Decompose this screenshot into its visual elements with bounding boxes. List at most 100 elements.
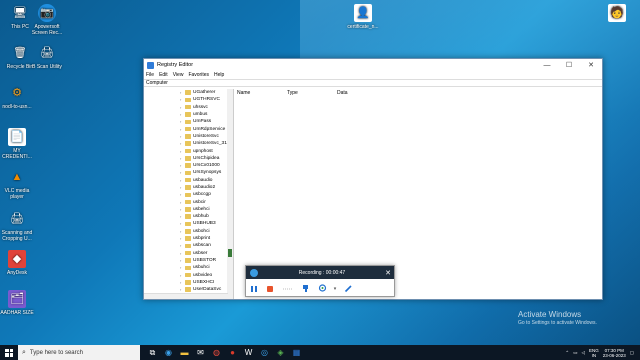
tree-item[interactable]: › USBSTOR bbox=[180, 257, 227, 264]
webcam-dropdown-icon[interactable]: ▾ bbox=[333, 284, 337, 294]
network-icon[interactable]: ▭ bbox=[573, 350, 577, 356]
tree-item[interactable]: › UmRdpService bbox=[180, 125, 227, 132]
mail-icon[interactable]: ✉ bbox=[194, 346, 207, 359]
my-credentials-desktop-icon[interactable]: 📄 MY CREDENTI... bbox=[0, 128, 34, 160]
nodl-label: nodl-to-usn... bbox=[2, 104, 32, 110]
tree-item-label: usbccgp bbox=[193, 192, 211, 198]
app-icon[interactable]: ◎ bbox=[258, 346, 271, 359]
menu-file[interactable]: File bbox=[146, 72, 154, 78]
recorder-close-button[interactable]: ✕ bbox=[382, 269, 394, 277]
recording-status: Recording : 00:00:47 bbox=[298, 269, 346, 276]
tree-item[interactable]: › UnistoreSvc_31 bbox=[180, 140, 227, 147]
tree-item[interactable]: › UrsChipidea bbox=[180, 155, 227, 162]
app-icon-2[interactable]: ◈ bbox=[274, 346, 287, 359]
tree-item[interactable]: › usbser bbox=[180, 250, 227, 257]
menu-favorites[interactable]: Favorites bbox=[188, 72, 209, 78]
folder-icon bbox=[185, 250, 191, 256]
vlc-desktop-icon[interactable]: ▲ VLC media player bbox=[0, 168, 34, 201]
tree-item[interactable]: › usbaudio2 bbox=[180, 184, 227, 191]
annotate-icon[interactable] bbox=[301, 284, 311, 294]
word-icon[interactable]: W bbox=[242, 346, 255, 359]
tree-item[interactable]: › umbus bbox=[180, 111, 227, 118]
webcam-icon[interactable] bbox=[317, 284, 327, 294]
key-tree-pane[interactable]: › UGatherer › UGTHRSVC › uhssvc › umbus › UmPass ›… bbox=[144, 89, 234, 299]
clock[interactable]: 07:30 PM 23-06-2023 bbox=[603, 348, 626, 358]
activate-windows-watermark: Activate Windows Go to Settings to activ… bbox=[518, 310, 597, 326]
window-title: Registry Editor bbox=[157, 62, 194, 68]
taskbar-search[interactable]: ⌕ Type here to search bbox=[18, 345, 140, 360]
folder-icon bbox=[185, 112, 191, 117]
close-button[interactable]: ✕ bbox=[580, 59, 602, 71]
pause-icon[interactable] bbox=[249, 284, 259, 294]
tree-item[interactable]: › upnphost bbox=[180, 147, 227, 154]
volume-icon[interactable]: ◁ bbox=[581, 350, 584, 356]
minimize-button[interactable]: — bbox=[536, 59, 558, 71]
tree-item[interactable]: › USBXHCI bbox=[180, 279, 227, 286]
tree-item[interactable]: › usbehci bbox=[180, 206, 227, 213]
aadhar-size-desktop-icon[interactable]: 🗂 AADHAR SIZE bbox=[0, 290, 34, 316]
column-data[interactable]: Data bbox=[337, 90, 397, 96]
tree-item[interactable]: › usbccgp bbox=[180, 191, 227, 198]
tree-item-label: UrsCx01000 bbox=[193, 163, 220, 169]
tree-item[interactable]: › UGTHRSVC bbox=[180, 96, 227, 103]
tree-item[interactable]: › usbscan bbox=[180, 242, 227, 249]
tree-item[interactable]: › usbprint bbox=[180, 235, 227, 242]
camera-icon: 📷 bbox=[38, 4, 56, 22]
chrome-icon[interactable]: ◍ bbox=[210, 346, 223, 359]
apowersoft-label: Apowersoft Screen Rec... bbox=[31, 24, 63, 36]
tree-item-label: UGTHRSVC bbox=[193, 97, 220, 103]
language-indicator[interactable]: ENG IN bbox=[589, 348, 599, 358]
folder-icon bbox=[185, 272, 191, 278]
b-scan-utility-desktop-icon[interactable]: 🖨 B Scan Utility bbox=[30, 44, 64, 71]
scanning-cropping-desktop-icon[interactable]: 🖨 Scanning and Cropping U... bbox=[0, 210, 34, 243]
show-hidden-icons-icon[interactable]: ⌃ bbox=[565, 350, 569, 356]
tree-vertical-scrollbar[interactable] bbox=[227, 89, 233, 299]
window-titlebar[interactable]: Registry Editor — ☐ ✕ bbox=[144, 59, 602, 71]
folder-icon bbox=[185, 243, 191, 249]
tree-horizontal-scrollbar[interactable] bbox=[144, 293, 228, 299]
tree-item[interactable]: › usbohci bbox=[180, 228, 227, 235]
start-button[interactable] bbox=[0, 345, 18, 360]
menu-edit[interactable]: Edit bbox=[159, 72, 168, 78]
tree-item[interactable]: › UGatherer bbox=[180, 89, 227, 96]
tree-item[interactable]: › UnistoreSvc bbox=[180, 133, 227, 140]
tree-item[interactable]: › usbhub bbox=[180, 213, 227, 220]
tree-item[interactable]: › usbuhci bbox=[180, 264, 227, 271]
scrollbar-thumb[interactable] bbox=[228, 249, 232, 257]
certificate-desktop-icon[interactable]: 👤 certificate_n... bbox=[346, 4, 380, 30]
photo-desktop-icon[interactable]: 🧑 bbox=[600, 4, 634, 24]
notification-icon[interactable]: ▢ bbox=[630, 350, 634, 356]
tree-item[interactable]: › usbaudio bbox=[180, 177, 227, 184]
edge-icon[interactable]: ◉ bbox=[162, 346, 175, 359]
column-type[interactable]: Type bbox=[287, 90, 337, 96]
address-bar[interactable]: Computer bbox=[144, 79, 602, 87]
task-view-icon[interactable]: ⧉ bbox=[146, 346, 159, 359]
maximize-button[interactable]: ☐ bbox=[558, 59, 580, 71]
menu-help[interactable]: Help bbox=[214, 72, 224, 78]
tree-item[interactable]: › usbcir bbox=[180, 198, 227, 205]
apowersoft-desktop-icon[interactable]: 📷 Apowersoft Screen Rec... bbox=[30, 4, 64, 36]
folder-icon bbox=[185, 221, 191, 227]
tree-item-label: USBXHCI bbox=[193, 279, 215, 285]
tree-item-label: umbus bbox=[193, 112, 208, 118]
tree-item[interactable]: › UmPass bbox=[180, 118, 227, 125]
tree-item-label: UmRdpService bbox=[193, 126, 226, 132]
column-name[interactable]: Name bbox=[237, 90, 287, 96]
nodl-desktop-icon[interactable]: ⚙ nodl-to-usn... bbox=[0, 84, 34, 111]
recorder-taskbar-icon[interactable]: ● bbox=[226, 346, 239, 359]
stop-icon[interactable] bbox=[265, 284, 275, 294]
tree-item[interactable]: › USBHUB3 bbox=[180, 220, 227, 227]
menu-view[interactable]: View bbox=[173, 72, 184, 78]
tree-item[interactable]: › UrsCx01000 bbox=[180, 162, 227, 169]
tree-item[interactable]: › UrsSynopsys bbox=[180, 169, 227, 176]
pen-icon[interactable] bbox=[343, 284, 353, 294]
folder-icon bbox=[185, 287, 191, 292]
anydesk-desktop-icon[interactable]: ◆ AnyDesk bbox=[0, 250, 34, 276]
file-explorer-icon[interactable]: ▬ bbox=[178, 346, 191, 359]
tree-item[interactable]: › uhssvc bbox=[180, 104, 227, 111]
registry-taskbar-icon[interactable]: ▦ bbox=[290, 346, 303, 359]
folder-icon bbox=[185, 229, 191, 234]
taskbar-apps: ⧉ ◉ ▬ ✉ ◍ ● W ◎ ◈ ▦ bbox=[146, 346, 303, 359]
tree-item[interactable]: › usbvideo bbox=[180, 271, 227, 278]
tree-item-label: usbaudio bbox=[193, 177, 213, 183]
